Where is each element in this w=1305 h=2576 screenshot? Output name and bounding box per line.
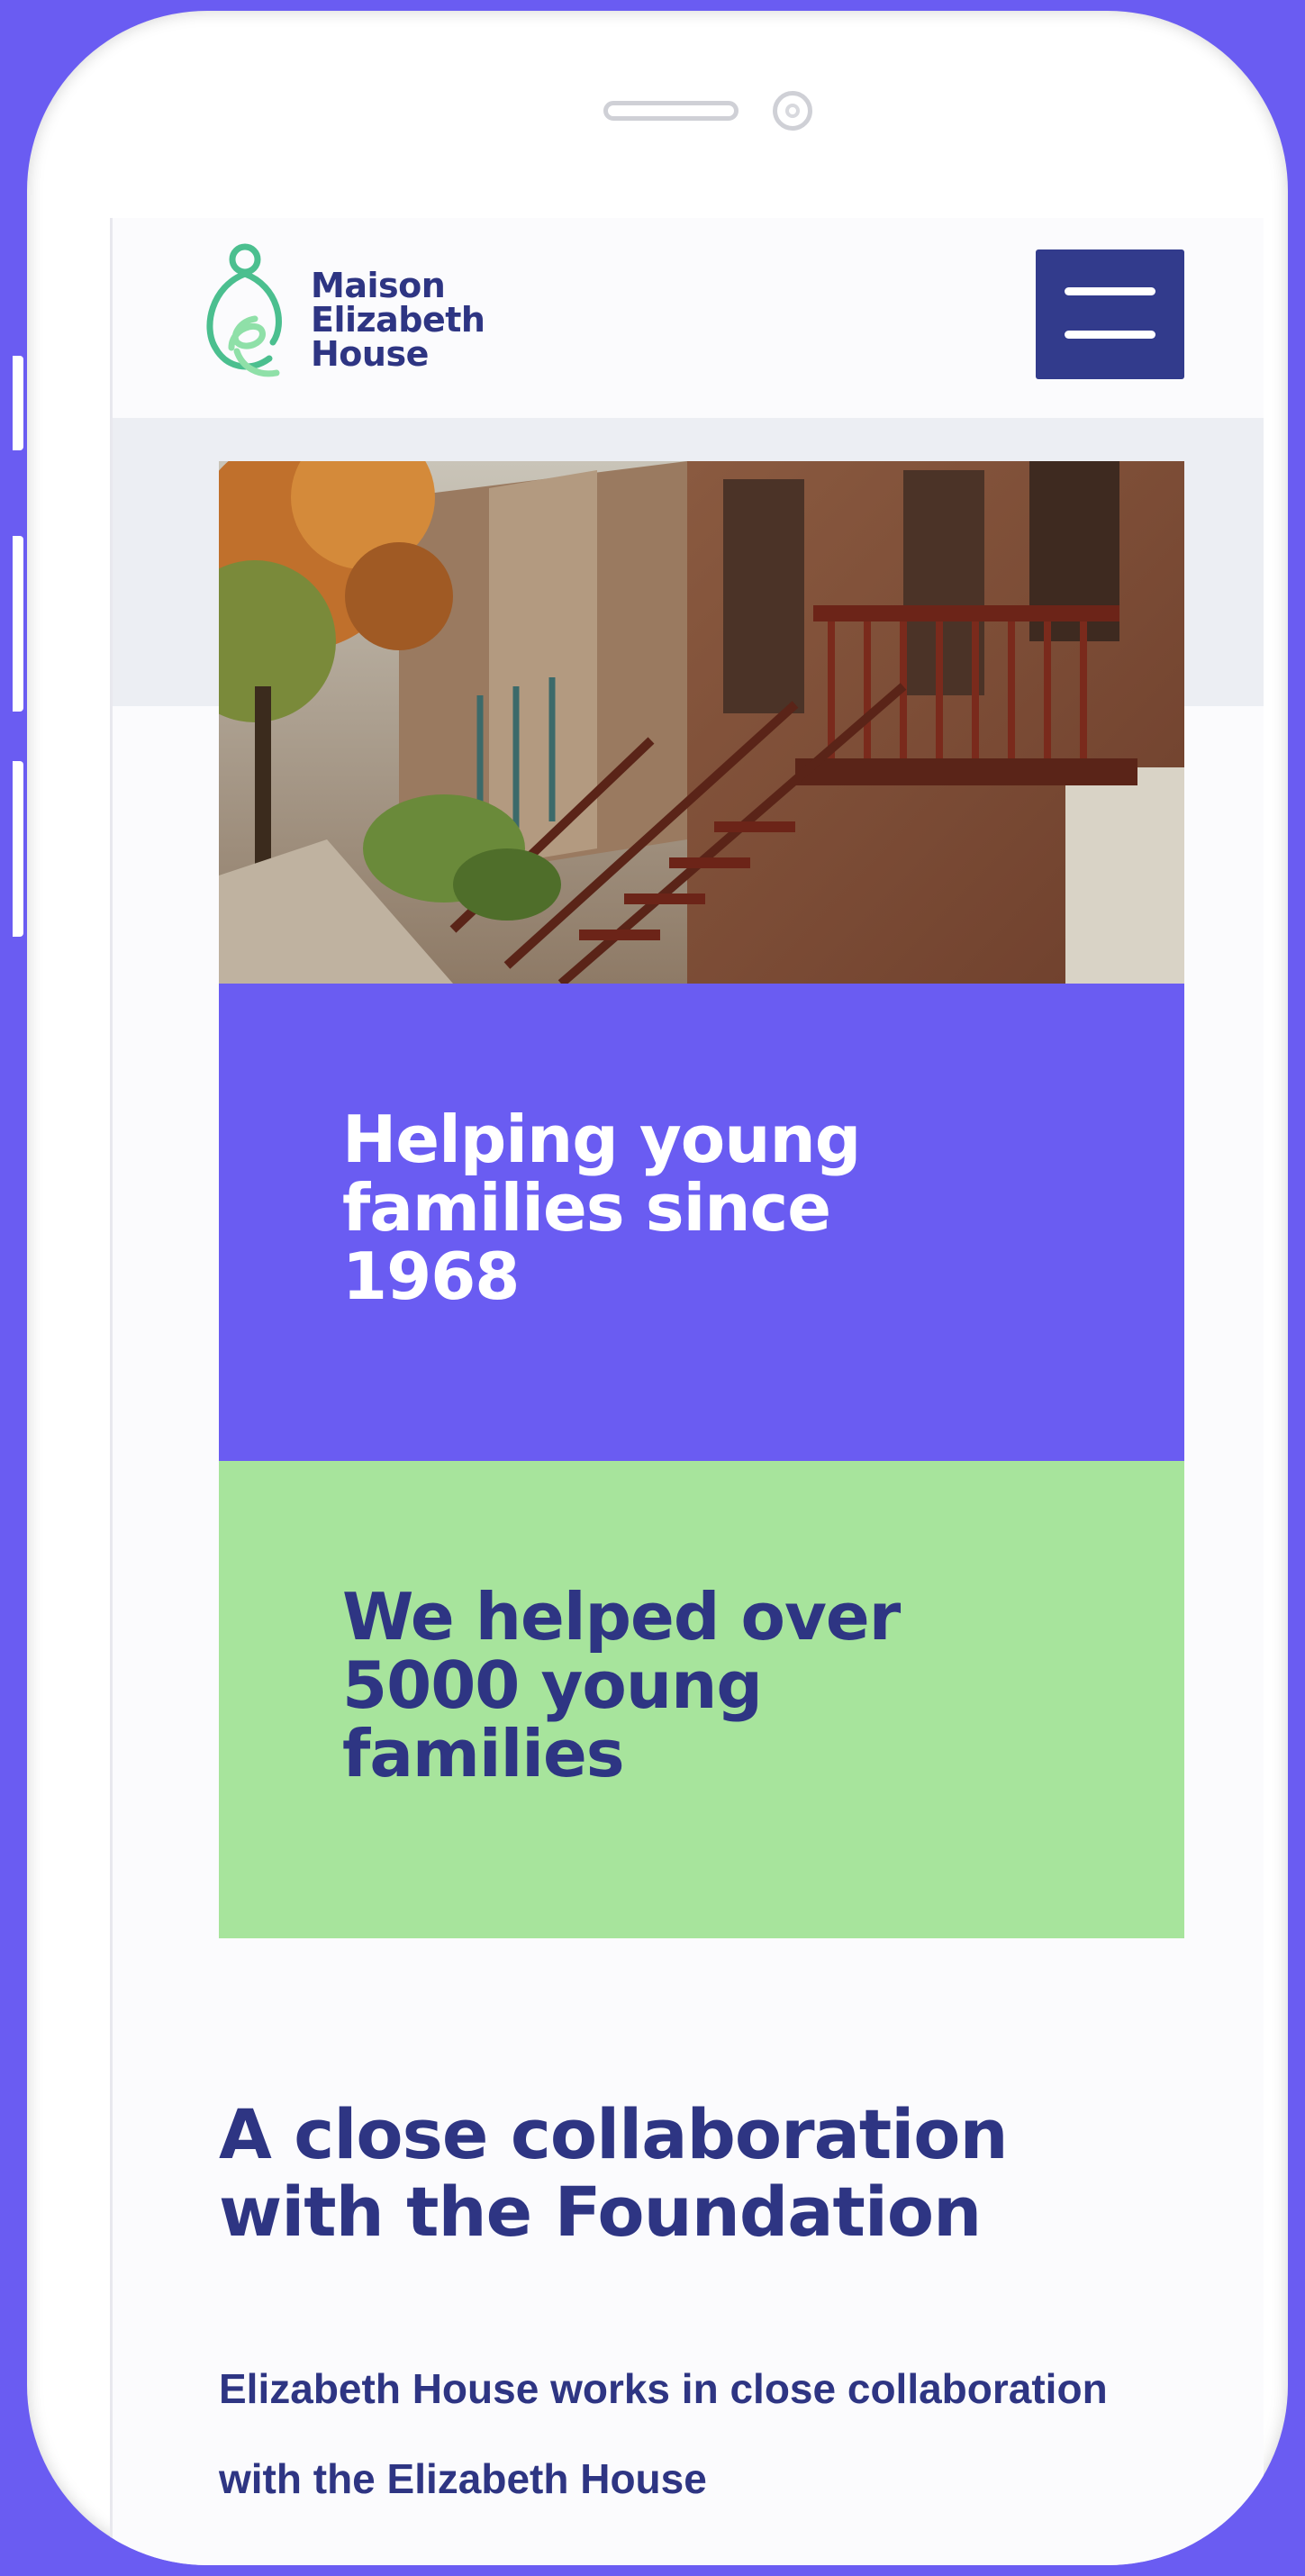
hamburger-menu-button[interactable] — [1036, 249, 1184, 379]
section-body: Elizabeth House works in close collabora… — [219, 2365, 1108, 2502]
site-header: Maison Elizabeth House — [113, 218, 1264, 418]
phone-volume-down-button — [13, 761, 23, 937]
hero-image — [219, 461, 1184, 984]
families-helped-card: We helped over 5000 young families — [219, 1461, 1184, 1938]
row-houses-autumn-street-photo — [219, 461, 1184, 984]
logo-line-2: Elizabeth — [311, 300, 485, 340]
families-helped-text: We helped over 5000 young families — [342, 1579, 901, 1791]
since-1968-card: Helping young families since 1968 — [219, 984, 1184, 1461]
section-title: A close collaboration with the Foundatio… — [219, 2094, 1009, 2252]
since-1968-text: Helping young families since 1968 — [342, 1102, 861, 1314]
phone-mute-switch — [13, 356, 23, 450]
phone-speaker — [603, 101, 739, 121]
logo-line-1: Maison — [311, 266, 446, 305]
phone-camera — [773, 91, 812, 131]
mother-child-logo-icon — [206, 243, 282, 377]
hamburger-menu-icon-bar-2 — [1065, 331, 1155, 339]
site-logo[interactable]: Maison Elizabeth House — [195, 241, 538, 385]
hamburger-menu-icon — [1065, 287, 1155, 295]
logo-wordmark: Maison Elizabeth House — [311, 268, 485, 371]
mobile-screen: Maison Elizabeth House Helping young fam… — [110, 218, 1264, 2565]
phone-volume-up-button — [13, 536, 23, 712]
logo-line-3: House — [311, 334, 429, 374]
phone-frame: Maison Elizabeth House Helping young fam… — [27, 11, 1288, 2565]
